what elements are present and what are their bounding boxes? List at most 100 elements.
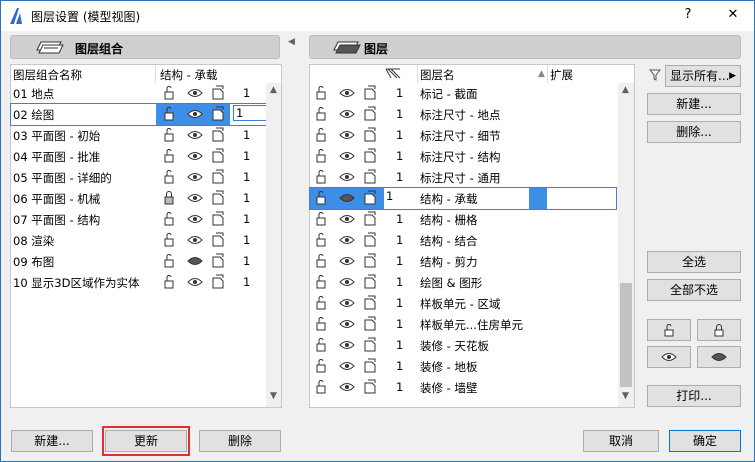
eye-icon[interactable] <box>339 276 355 291</box>
layer-row[interactable]: 1 标注尺寸 - 细节 <box>310 125 616 146</box>
layer-row[interactable]: 1 装修 - 地板 <box>310 356 616 377</box>
unlock-icon[interactable] <box>314 274 328 292</box>
unlock-icon[interactable] <box>314 148 328 166</box>
eye-icon[interactable] <box>339 150 355 165</box>
layer-row[interactable]: 1 结构 - 剪力 <box>310 251 616 272</box>
eye-icon[interactable] <box>339 360 355 375</box>
layer-icon[interactable] <box>363 316 377 334</box>
unlock-icon[interactable] <box>162 106 176 124</box>
layer-combination-row[interactable]: 01 地点 1 <box>11 83 266 104</box>
eye-icon[interactable] <box>187 87 203 102</box>
layer-icon[interactable] <box>211 232 225 250</box>
deselect-all-button[interactable]: 全部不选 <box>647 279 741 301</box>
closed-eye-icon[interactable] <box>187 255 203 270</box>
unlock-icon[interactable] <box>314 211 328 229</box>
layer-row[interactable]: 1 装修 - 天花板 <box>310 335 616 356</box>
unlock-icon[interactable] <box>314 295 328 313</box>
eye-icon[interactable] <box>339 87 355 102</box>
layer-combination-row[interactable]: 05 平面图 - 详细的 1 <box>11 167 266 188</box>
layer-row[interactable]: 1 装修 - 墙壁 <box>310 377 616 398</box>
layer-icon[interactable] <box>363 274 377 292</box>
layer-combination-row[interactable]: 06 平面图 - 机械 1 <box>11 188 266 209</box>
unlock-icon[interactable] <box>314 85 328 103</box>
unlock-icon[interactable] <box>314 337 328 355</box>
new-layer-button[interactable]: 新建... <box>647 93 741 115</box>
select-all-button[interactable]: 全选 <box>647 251 741 273</box>
layer-row[interactable]: 1 标注尺寸 - 通用 <box>310 167 616 188</box>
show-all-layers-button[interactable] <box>647 346 691 368</box>
layer-icon[interactable] <box>211 190 225 208</box>
help-button[interactable]: ? <box>678 7 698 22</box>
layer-combination-row[interactable]: 07 平面图 - 结构 1 <box>11 209 266 230</box>
eye-icon[interactable] <box>339 255 355 270</box>
layer-icon[interactable] <box>363 232 377 250</box>
layer-icon[interactable] <box>363 295 377 313</box>
unlock-icon[interactable] <box>162 253 176 271</box>
eye-icon[interactable] <box>339 297 355 312</box>
layer-icon[interactable] <box>363 190 377 208</box>
eye-icon[interactable] <box>339 318 355 333</box>
unlock-icon[interactable] <box>314 232 328 250</box>
unlock-icon[interactable] <box>314 358 328 376</box>
layer-icon[interactable] <box>363 337 377 355</box>
layer-combination-row[interactable]: 02 绘图 1 <box>10 103 273 126</box>
eye-icon[interactable] <box>187 276 203 291</box>
unlock-icon[interactable] <box>314 169 328 187</box>
unlock-icon[interactable] <box>162 85 176 103</box>
close-button[interactable]: ✕ <box>723 7 743 22</box>
layer-row[interactable]: 1 结构 - 承载 <box>309 187 617 210</box>
hide-all-layers-button[interactable] <box>697 346 741 368</box>
layer-row[interactable]: 1 标记 - 截面 <box>310 83 616 104</box>
unlock-icon[interactable] <box>162 211 176 229</box>
unlock-icon[interactable] <box>314 127 328 145</box>
new-combination-button[interactable]: 新建... <box>11 430 93 452</box>
unlock-icon[interactable] <box>314 106 328 124</box>
layer-icon[interactable] <box>363 127 377 145</box>
layer-row[interactable]: 1 标注尺寸 - 地点 <box>310 104 616 125</box>
eye-icon[interactable] <box>187 108 203 123</box>
column-header-extension[interactable]: 扩展 <box>550 67 573 83</box>
layer-icon[interactable] <box>363 253 377 271</box>
print-button[interactable]: 打印... <box>647 385 741 407</box>
lock-all-button[interactable] <box>697 319 741 341</box>
layer-row[interactable]: 1 绘图 & 图形 <box>310 272 616 293</box>
column-header-layer-name[interactable]: 图层名 <box>420 67 455 83</box>
layer-icon[interactable] <box>363 85 377 103</box>
layer-icon[interactable] <box>363 106 377 124</box>
layer-icon[interactable] <box>211 127 225 145</box>
eye-icon[interactable] <box>187 234 203 249</box>
show-all-dropdown[interactable]: 显示所有... ▶ <box>665 65 741 87</box>
unlock-icon[interactable] <box>162 148 176 166</box>
eye-icon[interactable] <box>339 213 355 228</box>
collapse-arrow-icon[interactable]: ◀ <box>288 37 295 47</box>
layer-combination-row[interactable]: 08 渲染 1 <box>11 230 266 251</box>
unlock-icon[interactable] <box>314 379 328 397</box>
cancel-button[interactable]: 取消 <box>583 430 659 452</box>
unlock-icon[interactable] <box>314 190 328 208</box>
column-header-combination-name[interactable]: 图层组合名称 <box>13 67 82 83</box>
layer-icon[interactable] <box>211 169 225 187</box>
layer-icon[interactable] <box>363 358 377 376</box>
layer-icon[interactable] <box>211 274 225 292</box>
update-button[interactable]: 更新 <box>105 430 187 452</box>
eye-icon[interactable] <box>339 129 355 144</box>
right-scrollbar[interactable]: ▲ ▼ <box>618 83 634 407</box>
unlock-icon[interactable] <box>162 274 176 292</box>
eye-icon[interactable] <box>187 213 203 228</box>
layer-icon[interactable] <box>211 106 225 124</box>
layer-icon[interactable] <box>211 85 225 103</box>
layer-icon[interactable] <box>363 379 377 397</box>
layer-combination-row[interactable]: 09 布图 1 <box>11 251 266 272</box>
eye-icon[interactable] <box>187 171 203 186</box>
layer-combination-row[interactable]: 03 平面图 - 初始 1 <box>11 125 266 146</box>
eye-icon[interactable] <box>187 129 203 144</box>
unlock-icon[interactable] <box>314 316 328 334</box>
eye-icon[interactable] <box>339 108 355 123</box>
column-header-structure[interactable]: 结构 - 承载 <box>160 67 217 83</box>
layer-row[interactable]: 1 标注尺寸 - 结构 <box>310 146 616 167</box>
layer-icon[interactable] <box>363 211 377 229</box>
right-scrollbar-thumb[interactable] <box>620 283 632 387</box>
layer-row[interactable]: 1 结构 - 结合 <box>310 230 616 251</box>
closed-eye-icon[interactable] <box>339 192 355 207</box>
layer-icon[interactable] <box>363 169 377 187</box>
